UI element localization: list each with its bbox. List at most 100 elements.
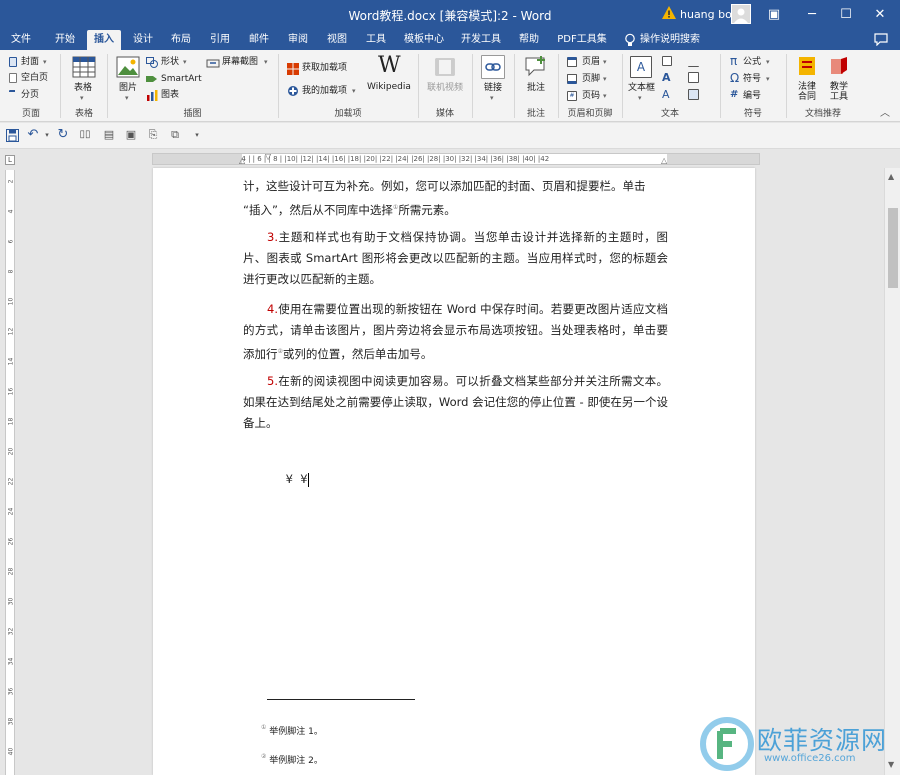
left-indent-marker[interactable]: △	[239, 156, 245, 164]
vertical-ruler-tick: 12	[7, 327, 15, 336]
comments-icon[interactable]	[874, 33, 888, 46]
two-pages-icon[interactable]: ▯▯	[78, 128, 92, 142]
print-preview-icon[interactable]: ▤	[102, 128, 116, 142]
vertical-ruler-tick: 10	[7, 297, 15, 306]
watermark-text: 欧菲资源网	[757, 726, 888, 755]
vertical-scrollbar[interactable]: ▲ ▼	[884, 168, 900, 775]
table-grid-icon	[72, 56, 96, 78]
tab-home[interactable]: 开始	[46, 30, 84, 50]
undo-dropdown-icon[interactable]: ▾	[40, 128, 54, 142]
wordart-icon[interactable]: A	[662, 72, 671, 84]
tab-help[interactable]: 帮助	[512, 30, 546, 50]
numbering-label: 编号	[743, 91, 762, 101]
paragraph-text: “插入”，然后从不同库中选择	[243, 202, 393, 217]
vertical-ruler-tick: 30	[7, 597, 15, 606]
vertical-ruler-tick: 24	[7, 507, 15, 516]
tab-tools[interactable]: 工具	[359, 30, 393, 50]
symbol-line[interactable]: ¥ ¥	[271, 448, 331, 511]
smartart-icon	[146, 76, 157, 82]
addins-icon	[288, 86, 298, 96]
yen-symbols: ¥ ¥	[285, 472, 308, 486]
ribbon-insert: 封面 ▾ 空白页 分页 页面 表格 ▾ 表格 图片 ▾ 形状 ▾ SmartAr…	[0, 50, 900, 122]
vertical-ruler-tick: 32	[7, 627, 15, 636]
group-divider	[786, 54, 787, 118]
warning-icon[interactable]	[661, 5, 677, 21]
chevron-down-icon: ▾	[603, 75, 607, 83]
tab-developer[interactable]: 开发工具	[456, 30, 506, 50]
tab-view[interactable]: 视图	[320, 30, 354, 50]
lightbulb-icon	[625, 33, 635, 46]
group-divider	[622, 54, 623, 118]
quick-parts-icon[interactable]	[662, 56, 672, 66]
text-cursor	[307, 472, 309, 487]
collapse-ribbon-icon[interactable]: ︿	[880, 108, 890, 120]
format-painter-icon[interactable]: ⧉	[168, 128, 182, 142]
tab-layout[interactable]: 布局	[164, 30, 198, 50]
tab-review[interactable]: 审阅	[281, 30, 315, 50]
watermark-url: www.office26.com	[764, 753, 856, 764]
maximize-button[interactable]: ☐	[834, 3, 858, 27]
list-item-3[interactable]: 3.主题和样式也有助于文档保持协调。当您单击设计并选择新的主题时，图片、图表或 …	[243, 227, 668, 290]
watermark: 欧菲资源网 www.office26.com	[700, 715, 900, 773]
signature-line-icon[interactable]	[688, 56, 699, 67]
header-label: 页眉	[582, 57, 601, 67]
group-divider	[720, 54, 721, 118]
watermark-logo-icon	[700, 717, 754, 771]
tab-file[interactable]: 文件	[4, 30, 38, 50]
list-number: 4.	[267, 302, 278, 316]
scrollbar-thumb[interactable]	[888, 208, 898, 288]
list-item-5[interactable]: 5.在新的阅读视图中阅读更加容易。可以折叠文档某些部分并关注所需文本。如果在达到…	[243, 371, 668, 434]
paragraph-continued[interactable]: 计，这些设计可互为补充。例如，您可以添加匹配的封面、页眉和提要栏。单击 “插入”…	[243, 176, 668, 221]
vertical-ruler-tick: 34	[7, 657, 15, 666]
customize-toolbar-icon[interactable]: ▾	[190, 128, 204, 142]
date-time-icon[interactable]	[688, 72, 699, 83]
save-icon[interactable]	[6, 129, 19, 142]
footnote-1[interactable]: ① 举例脚注 1。	[261, 724, 323, 737]
ribbon-display-options-button[interactable]: ▣	[762, 3, 786, 27]
close-button[interactable]: ✕	[868, 3, 892, 27]
smartart-label: SmartArt	[161, 74, 202, 84]
list-item-4[interactable]: 4.使用在需要位置出现的新按钮在 Word 中保存时间。若要更改图片适应文档的方…	[243, 299, 668, 365]
document-page[interactable]: 计，这些设计可互为补充。例如，您可以添加匹配的封面、页眉和提要栏。单击 “插入”…	[153, 168, 755, 775]
avatar[interactable]	[731, 4, 751, 24]
scroll-up-icon[interactable]: ▲	[888, 172, 894, 181]
group-label-addins: 加载项	[334, 109, 362, 119]
group-label-recommend: 文档推荐	[804, 109, 841, 119]
right-indent-marker[interactable]: △	[661, 156, 667, 164]
minimize-button[interactable]: ─	[800, 3, 824, 27]
clipboard-icon[interactable]: ⎘	[146, 128, 160, 142]
undo-icon[interactable]: ↶	[26, 128, 40, 142]
vertical-ruler: L 2 4 6 8 10 12 14 16 18 20 22 24 26 28 30 32 34 36 38 40	[0, 150, 20, 775]
numbering-icon: #	[730, 89, 739, 100]
user-icon	[734, 8, 748, 23]
tab-stop-selector[interactable]: L	[5, 155, 15, 165]
drop-cap-icon[interactable]: A	[662, 89, 670, 101]
redo-icon[interactable]: ↻	[56, 128, 70, 142]
first-line-indent-marker[interactable]: ▽	[265, 154, 271, 162]
chart-icon	[147, 90, 158, 101]
equation-label: 公式	[743, 57, 762, 67]
vertical-ruler-tick: 38	[7, 717, 15, 726]
vertical-ruler-tick: 8	[7, 269, 15, 274]
list-number: 3.	[267, 230, 278, 244]
shapes-icon	[146, 57, 158, 68]
online-video-icon	[435, 58, 455, 76]
chevron-down-icon: ▾	[766, 58, 770, 66]
footnote-mark: ②	[261, 753, 267, 760]
tab-references[interactable]: 引用	[203, 30, 237, 50]
vertical-ruler-tick: 2	[7, 179, 15, 184]
tab-template-center[interactable]: 模板中心	[399, 30, 449, 50]
group-label-tables: 表格	[74, 109, 93, 119]
page-setup-icon[interactable]: ▣	[124, 128, 138, 142]
object-icon[interactable]	[688, 89, 699, 100]
tab-pdf-tools[interactable]: PDF工具集	[553, 30, 611, 50]
new-comment-icon	[525, 56, 545, 77]
tab-insert[interactable]: 插入	[87, 30, 121, 50]
user-name[interactable]: huang bo	[680, 8, 732, 21]
tab-mailings[interactable]: 邮件	[242, 30, 276, 50]
group-label-header-footer: 页眉和页脚	[567, 109, 613, 119]
tab-design[interactable]: 设计	[126, 30, 160, 50]
legal-contract-icon	[799, 57, 815, 75]
tell-me-search[interactable]: 操作说明搜索	[640, 30, 710, 50]
footnote-2[interactable]: ② 举例脚注 2。	[261, 753, 323, 766]
